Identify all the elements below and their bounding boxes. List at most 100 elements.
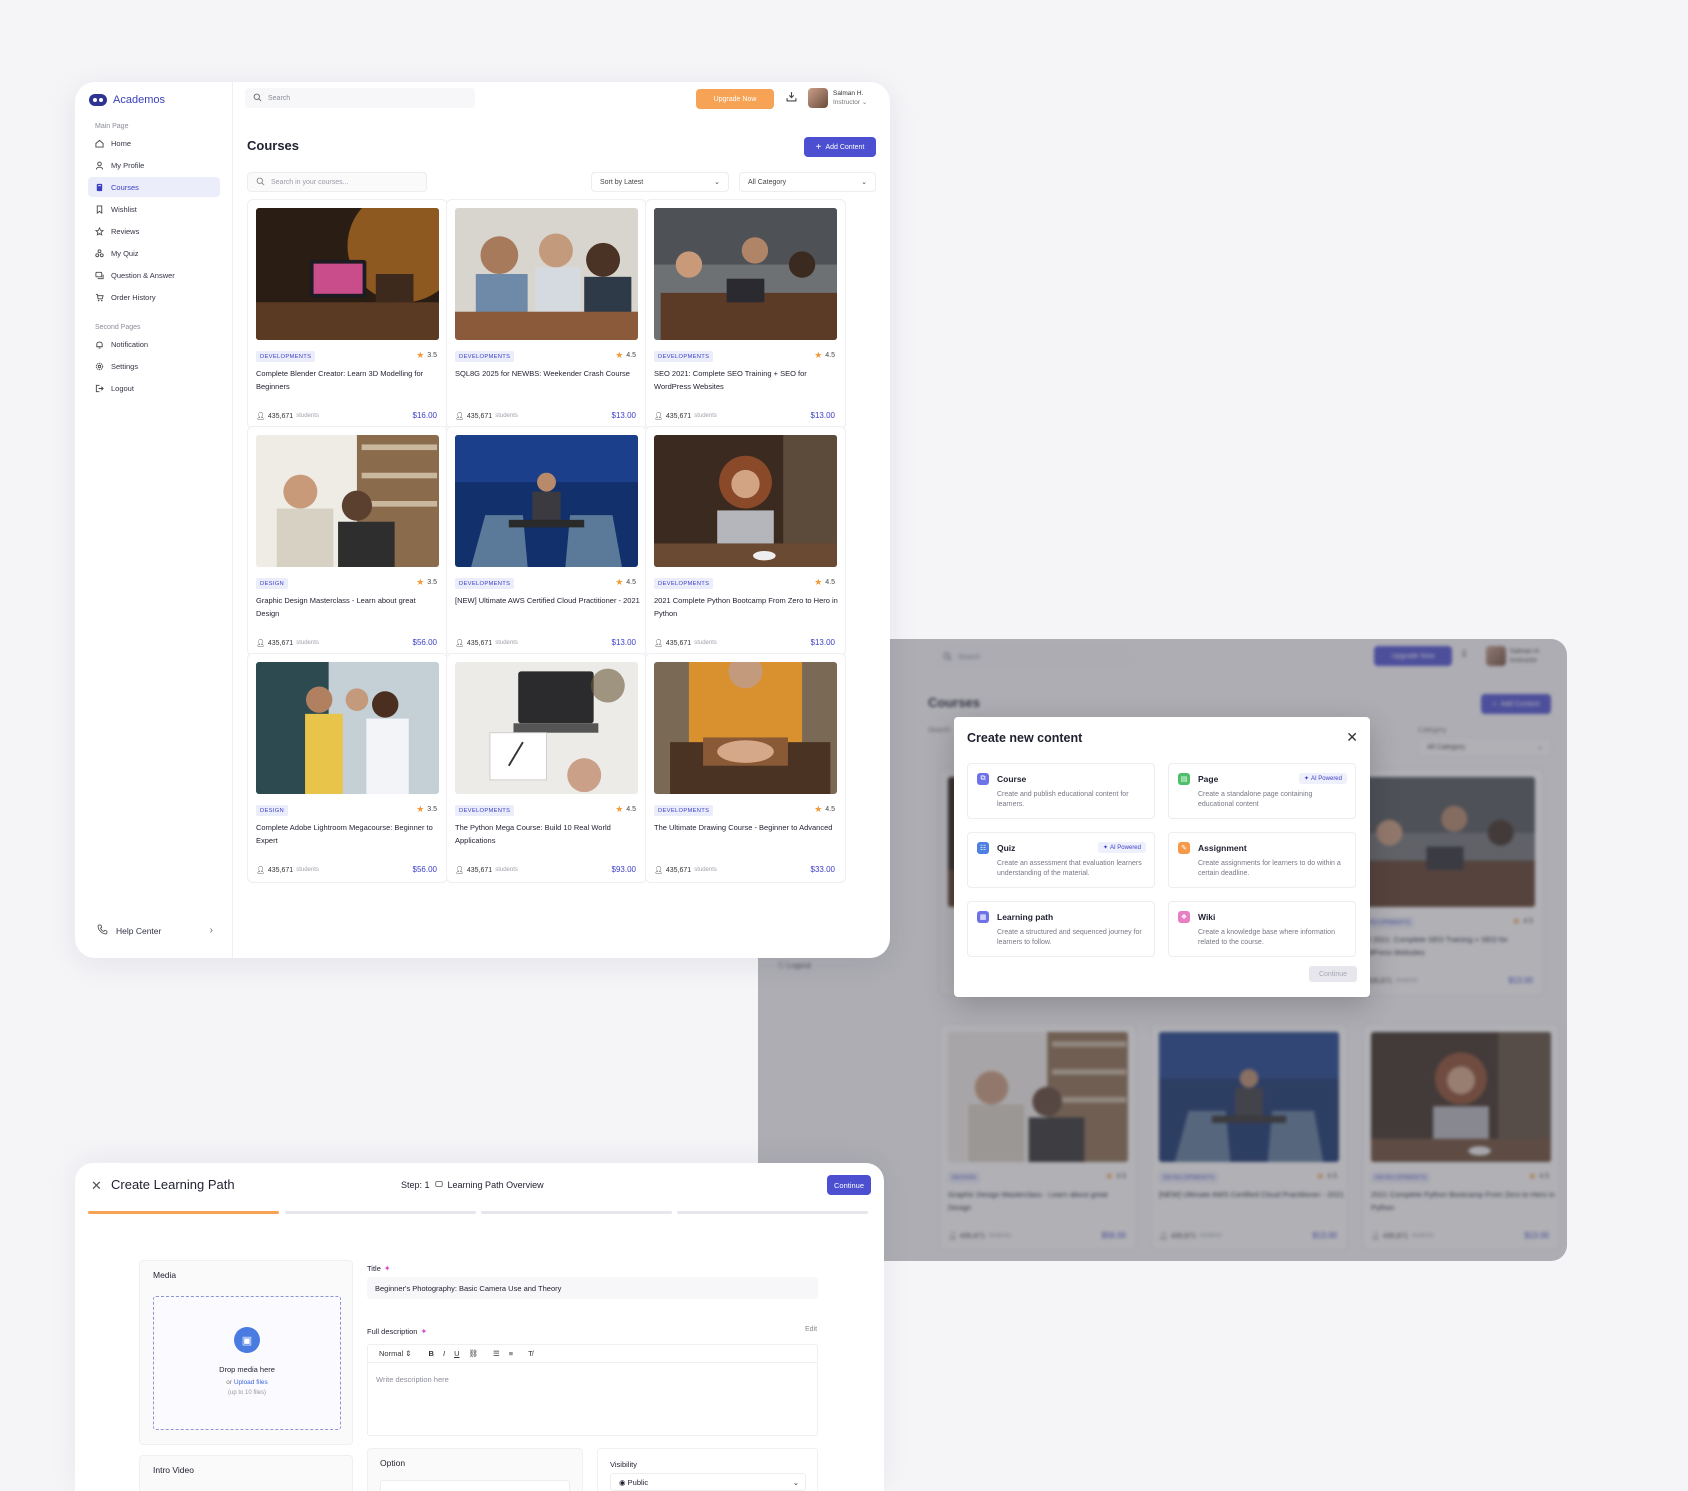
progress-step-3 xyxy=(481,1211,672,1214)
students-label: students xyxy=(296,413,319,419)
clear-format-icon[interactable]: T̸ xyxy=(528,1349,533,1358)
format-select[interactable]: Normal ⇕ xyxy=(379,1349,412,1358)
sidebar-item-settings[interactable]: Settings xyxy=(88,356,220,376)
download-icon[interactable] xyxy=(786,91,797,105)
sidebar-item-home[interactable]: Home xyxy=(88,133,220,153)
sidebar-item-notification[interactable]: Notification xyxy=(88,334,220,354)
underline-icon[interactable]: U xyxy=(454,1349,459,1358)
edit-link[interactable]: Edit xyxy=(805,1326,817,1333)
upgrade-now-button[interactable]: Upgrade Now xyxy=(696,89,774,109)
media-dropzone[interactable]: ▣ Drop media here or Upload files (up to… xyxy=(153,1296,341,1430)
avatar[interactable] xyxy=(808,88,828,108)
step-number: Step: 1 xyxy=(401,1180,430,1190)
rating-value: 4.5 xyxy=(825,806,835,813)
rating-value: 3.5 xyxy=(427,579,437,586)
ai-sparkle-icon[interactable]: ✦ xyxy=(384,1264,391,1273)
add-content-button[interactable]: + Add Content xyxy=(804,137,876,157)
sidebar-item-order-history[interactable]: Order History xyxy=(88,287,220,307)
course-card[interactable]: DESIGN ★ 3.5 Graphic Design Masterclass - L… xyxy=(247,426,448,656)
sidebar-item-question-answer[interactable]: Question & Answer xyxy=(88,265,220,285)
course-thumbnail[interactable] xyxy=(256,435,439,567)
course-rating: ★ 3.5 xyxy=(416,350,437,361)
course-title[interactable]: Complete Blender Creator: Learn 3D Model… xyxy=(256,368,441,393)
continue-button[interactable]: Continue xyxy=(827,1175,871,1195)
option-assignment[interactable]: ✎ Assignment Create assignments for learne… xyxy=(1168,832,1356,888)
category-select[interactable]: All Category ⌄ xyxy=(739,172,876,192)
help-center-link[interactable]: Help Center › xyxy=(97,924,213,937)
course-price: $13.00 xyxy=(611,411,636,420)
italic-icon[interactable]: I xyxy=(443,1349,445,1358)
ai-sparkle-icon[interactable]: ✦ xyxy=(420,1327,427,1336)
upload-limit: (up to 10 files) xyxy=(227,1390,267,1396)
course-title[interactable]: [NEW] Ultimate AWS Certified Cloud Pract… xyxy=(455,595,640,608)
user-icon: 👤︎ xyxy=(455,640,464,647)
visibility-select[interactable]: ◉ Public ⌄ xyxy=(610,1473,806,1491)
course-card[interactable]: DEVELOPMENTS ★ 4.5 2021 Complete Python Boo… xyxy=(645,426,846,656)
option-learning-path[interactable]: ▦ Learning path Create a structured and se… xyxy=(967,901,1155,957)
sidebar-item-logout[interactable]: Logout xyxy=(88,378,220,398)
close-icon[interactable]: ✕ xyxy=(91,1178,102,1194)
course-card[interactable]: DEVELOPMENTS ★ 4.5 The Ultimate Drawing Cou… xyxy=(645,653,846,883)
sidebar-item-reviews[interactable]: Reviews xyxy=(88,221,220,241)
global-search-input[interactable]: Search xyxy=(245,88,475,108)
course-title[interactable]: SQL8G 2025 for NEWBS: Weekender Crash Co… xyxy=(455,368,640,381)
option-input[interactable] xyxy=(380,1480,570,1491)
user-icon: 👤︎ xyxy=(256,413,265,420)
course-card[interactable]: DEVELOPMENTS ★ 4.5 The Python Mega Course: … xyxy=(446,653,647,883)
brand-logo[interactable]: Academos xyxy=(89,94,165,106)
user-menu[interactable]: Salman H. Instructor ⌄ xyxy=(833,89,867,107)
rating-value: 4.5 xyxy=(626,806,636,813)
course-search-input[interactable]: Search in your courses... xyxy=(247,172,427,192)
option-wiki[interactable]: ❖ Wiki Create a knowledge base where infor… xyxy=(1168,901,1356,957)
course-card[interactable]: DEVELOPMENTS ★ 4.5 [NEW] Ultimate AWS Certi… xyxy=(446,426,647,656)
option-course[interactable]: ⧉ Course Create and publish educational co… xyxy=(967,763,1155,819)
course-title[interactable]: SEO 2021: Complete SEO Training + SEO fo… xyxy=(654,368,839,393)
sidebar-item-my-quiz[interactable]: My Quiz xyxy=(88,243,220,263)
students-label: students xyxy=(694,640,717,646)
content-type-icon: ▦ xyxy=(977,911,989,923)
sidebar-item-label: Order History xyxy=(111,292,156,302)
course-price: $93.00 xyxy=(611,865,636,874)
course-thumbnail[interactable] xyxy=(256,208,439,340)
bold-icon[interactable]: B xyxy=(429,1349,434,1358)
course-thumbnail[interactable] xyxy=(455,208,638,340)
course-thumbnail[interactable] xyxy=(654,662,837,794)
academos-logo-icon xyxy=(89,94,107,106)
bookmark-icon xyxy=(95,204,104,214)
course-title[interactable]: The Ultimate Drawing Course - Beginner t… xyxy=(654,822,839,835)
category-tag: DEVELOPMENTS xyxy=(654,351,714,362)
course-thumbnail[interactable] xyxy=(654,208,837,340)
course-thumbnail[interactable] xyxy=(455,435,638,567)
sidebar-item-courses[interactable]: Courses xyxy=(88,177,220,197)
sort-select[interactable]: Sort by Latest ⌄ xyxy=(591,172,729,192)
category-tag: DEVELOPMENTS xyxy=(455,805,515,816)
link-icon[interactable]: ⛓ xyxy=(468,1349,478,1358)
course-price: $56.00 xyxy=(412,638,437,647)
option-quiz[interactable]: ☷ Quiz Create an assessment that evaluatio… xyxy=(967,832,1155,888)
upload-files-link[interactable]: Upload files xyxy=(234,1379,268,1386)
rating-value: 4.5 xyxy=(825,579,835,586)
close-icon[interactable]: ✕ xyxy=(1346,729,1358,746)
title-input[interactable]: Beginner's Photography: Basic Camera Use… xyxy=(367,1277,818,1299)
star-icon: ★ xyxy=(615,577,624,587)
description-editor[interactable]: Normal ⇕ B I U ⛓ ☰ ≡ T̸ Write descriptio… xyxy=(367,1344,818,1436)
course-title[interactable]: Complete Adobe Lightroom Megacourse: Beg… xyxy=(256,822,441,847)
course-title[interactable]: The Python Mega Course: Build 10 Real Wo… xyxy=(455,822,640,847)
course-thumbnail[interactable] xyxy=(654,435,837,567)
option-page[interactable]: ▤ Page Create a standalone page containing… xyxy=(1168,763,1356,819)
sidebar-item-wishlist[interactable]: Wishlist xyxy=(88,199,220,219)
course-card[interactable]: DEVELOPMENTS ★ 3.5 Complete Blender Creator… xyxy=(247,199,448,429)
course-thumbnail[interactable] xyxy=(455,662,638,794)
ordered-list-icon[interactable]: ☰ xyxy=(493,1349,500,1358)
sidebar-item-my-profile[interactable]: My Profile xyxy=(88,155,220,175)
course-card[interactable]: DEVELOPMENTS ★ 4.5 SQL8G 2025 for NEWBS: We… xyxy=(446,199,647,429)
students-label: students xyxy=(495,413,518,419)
modal-continue-button[interactable]: Continue xyxy=(1309,966,1357,982)
bullet-list-icon[interactable]: ≡ xyxy=(509,1349,513,1358)
course-title[interactable]: Graphic Design Masterclass - Learn about… xyxy=(256,595,441,620)
course-card[interactable]: DESIGN ★ 3.5 Complete Adobe Lightroom Megac… xyxy=(247,653,448,883)
course-thumbnail[interactable] xyxy=(256,662,439,794)
course-card[interactable]: DEVELOPMENTS ★ 4.5 SEO 2021: Complete SEO T… xyxy=(645,199,846,429)
category-tag: DEVELOPMENTS xyxy=(654,805,714,816)
course-title[interactable]: 2021 Complete Python Bootcamp From Zero … xyxy=(654,595,839,620)
